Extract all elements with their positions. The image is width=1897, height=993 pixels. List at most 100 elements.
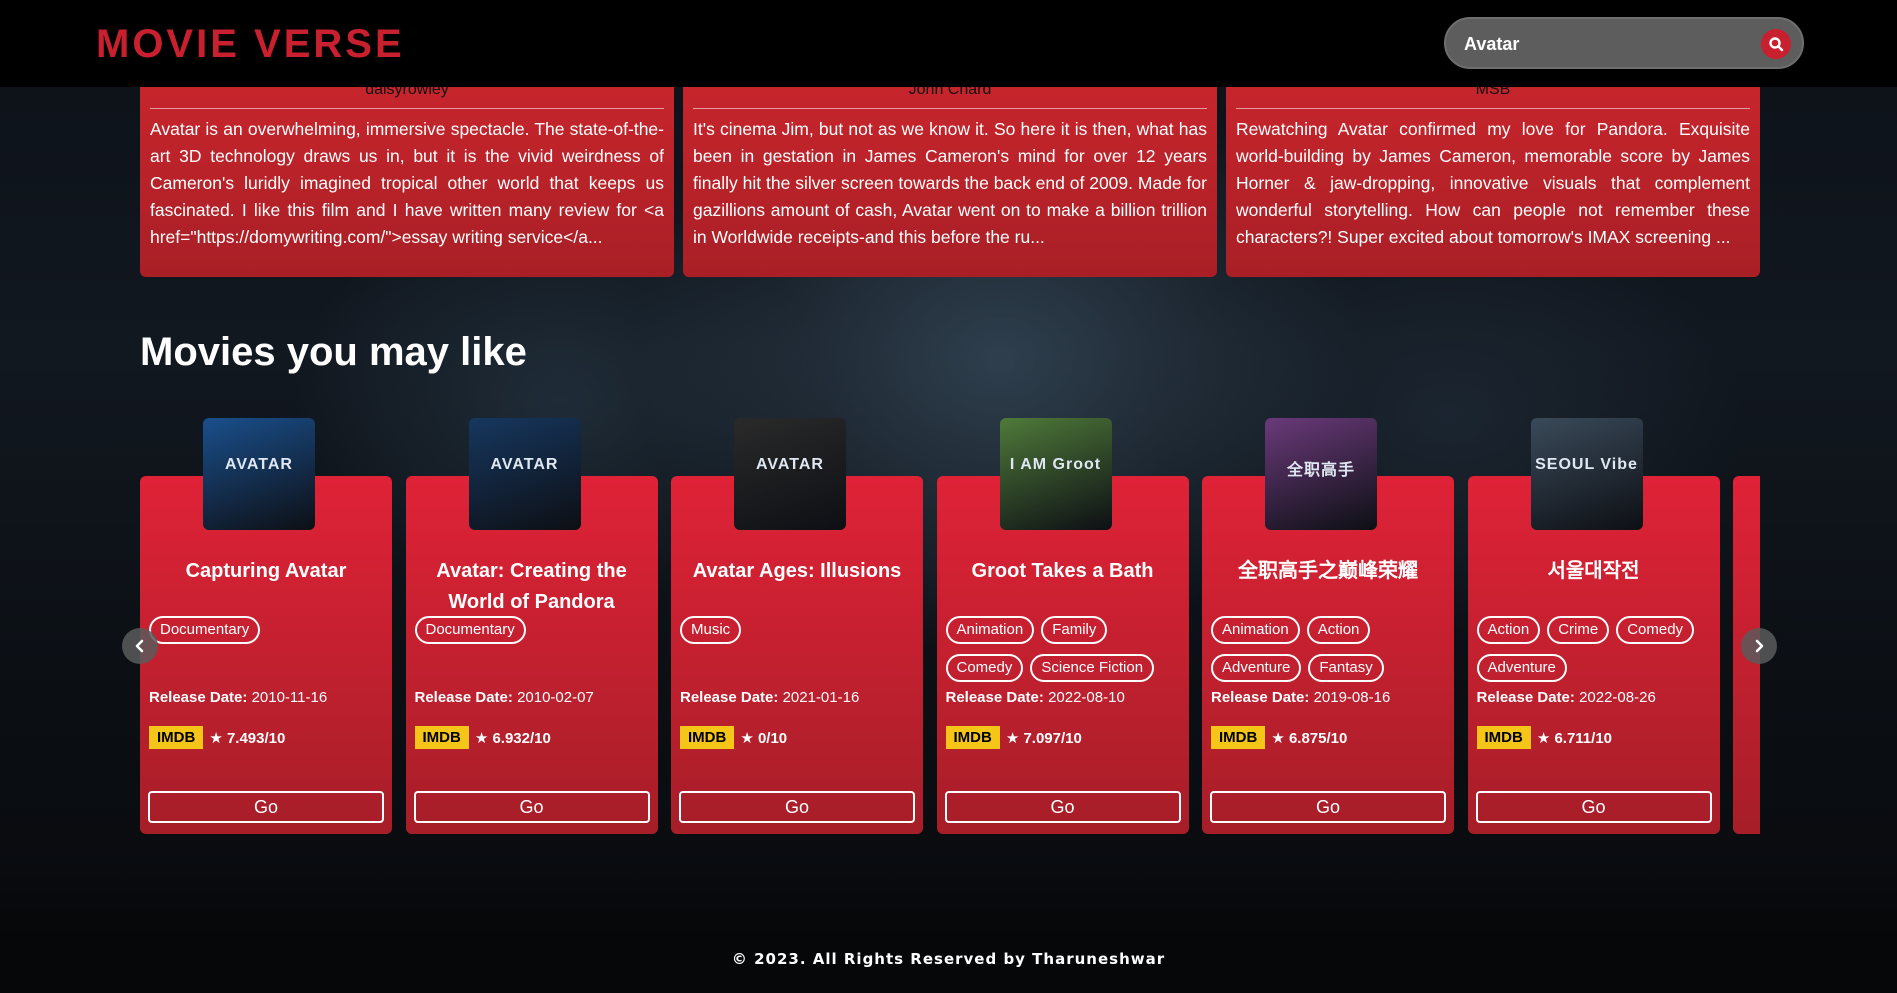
imdb-badge: IMDB bbox=[414, 726, 469, 749]
movie-title: Groot Takes a Bath bbox=[971, 560, 1154, 582]
release-value: 2022-08-10 bbox=[1048, 689, 1125, 706]
genre-tag: Adventure bbox=[1476, 654, 1567, 682]
review-text: Avatar is an overwhelming, immersive spe… bbox=[150, 119, 664, 247]
search-icon bbox=[1769, 37, 1784, 52]
search-bar bbox=[1444, 17, 1804, 69]
movie-poster[interactable]: SEOUL Vibe bbox=[1530, 418, 1643, 530]
release-value: 2019-08-16 bbox=[1313, 689, 1391, 706]
release-label: Release Date: bbox=[1211, 689, 1310, 706]
movie-title: Capturing Avatar bbox=[185, 560, 347, 582]
genre-tag: Fantasy bbox=[1308, 654, 1384, 682]
movie-poster[interactable]: AVATAR bbox=[468, 418, 581, 530]
movie-poster[interactable]: I AM Groot bbox=[999, 418, 1112, 530]
poster-caption: AVATAR bbox=[490, 456, 559, 473]
release-label: Release Date: bbox=[945, 689, 1044, 706]
rating-value: ★ 6.932/10 bbox=[474, 729, 551, 747]
release-date: Release Date: 2021-01-16 bbox=[680, 689, 859, 706]
release-label: Release Date: bbox=[680, 689, 779, 706]
release-label: Release Date: bbox=[414, 689, 513, 706]
movie-poster[interactable]: 全职高手 bbox=[1265, 418, 1377, 530]
imdb-badge: IMDB bbox=[680, 726, 735, 749]
footer-copyright: © 2023. All Rights Reserved by Tharunesh… bbox=[731, 950, 1166, 968]
movie-title: 서울대작전 bbox=[1547, 560, 1640, 582]
imdb-badge: IMDB bbox=[945, 726, 1000, 749]
site-logo[interactable]: MOVIE VERSE bbox=[96, 22, 405, 67]
movie-poster[interactable]: AVATAR bbox=[203, 418, 315, 530]
genre-tag: Comedy bbox=[945, 654, 1024, 682]
genre-list: Documentary bbox=[149, 616, 388, 644]
backdrop-fade bbox=[0, 860, 1897, 993]
movie-card: AVATAR Avatar: Creating the World of Pand… bbox=[405, 418, 658, 834]
rating: IMDB ★ 7.097/10 bbox=[945, 726, 1082, 749]
imdb-badge: IMDB bbox=[1211, 726, 1266, 749]
search-button[interactable] bbox=[1761, 29, 1791, 59]
rating: IMDB ★ 0/10 bbox=[680, 726, 787, 749]
genre-list: Animation Action Adventure Fantasy bbox=[1211, 616, 1450, 682]
poster-caption: AVATAR bbox=[225, 456, 293, 473]
rating-value: ★ 6.875/10 bbox=[1271, 729, 1348, 747]
genre-tag: Science Fiction bbox=[1030, 654, 1155, 682]
release-value: 2010-02-07 bbox=[517, 689, 594, 706]
divider bbox=[1236, 108, 1750, 109]
search-input[interactable] bbox=[1464, 31, 1744, 57]
review-card: MSB Rewatching Avatar confirmed my love … bbox=[1226, 80, 1760, 277]
imdb-badge: IMDB bbox=[1476, 726, 1531, 749]
genre-tag: Documentary bbox=[149, 616, 261, 644]
go-button[interactable]: Go bbox=[679, 791, 915, 823]
rating-value: ★ 7.097/10 bbox=[1005, 729, 1082, 747]
movie-card: AVATAR Avatar Ages: Illusions Music Release… bbox=[671, 418, 923, 834]
go-button[interactable]: Go bbox=[1210, 791, 1446, 823]
movie-card: I AM Groot Groot Takes a Bath Animation Fam… bbox=[936, 418, 1189, 834]
movie-title: 全职高手之巅峰荣耀 bbox=[1238, 560, 1418, 582]
review-text: It's cinema Jim, but not as we know it. … bbox=[693, 119, 1207, 247]
genre-tag: Animation bbox=[945, 616, 1035, 644]
go-button[interactable]: Go bbox=[413, 791, 650, 823]
rating-value: ★ 6.711/10 bbox=[1536, 729, 1613, 747]
review-card: daisyrowley Avatar is an overwhelming, i… bbox=[140, 80, 674, 277]
go-button[interactable]: Go bbox=[944, 791, 1181, 823]
genre-list: Action Crime Comedy Adventure bbox=[1476, 616, 1716, 682]
top-navbar: MOVIE VERSE bbox=[0, 0, 1897, 87]
genre-list: Animation Family Comedy Science Fiction bbox=[945, 616, 1185, 682]
release-value: 2021-01-16 bbox=[782, 689, 860, 706]
imdb-badge: IMDB bbox=[149, 726, 204, 749]
genre-tag: Music bbox=[680, 616, 742, 644]
genre-tag: Action bbox=[1306, 616, 1371, 644]
genre-tag: Animation bbox=[1211, 616, 1300, 644]
movie-poster[interactable]: AVATAR bbox=[734, 418, 846, 530]
movie-carousel: AVATAR Capturing Avatar Documentary Release… bbox=[140, 418, 1760, 838]
carousel-prev-button[interactable] bbox=[122, 628, 158, 664]
genre-tag: Family bbox=[1041, 616, 1108, 644]
carousel-next-button[interactable] bbox=[1741, 628, 1777, 664]
poster-caption: I AM Groot bbox=[1009, 456, 1102, 473]
release-date: Release Date: 2019-08-16 bbox=[1211, 689, 1390, 706]
rating: IMDB ★ 6.932/10 bbox=[414, 726, 551, 749]
release-label: Release Date: bbox=[149, 689, 248, 706]
release-value: 2022-08-26 bbox=[1579, 689, 1656, 706]
go-button[interactable]: Go bbox=[1475, 791, 1712, 823]
review-card: John Chard It's cinema Jim, but not as w… bbox=[683, 80, 1217, 277]
release-date: Release Date: 2022-08-10 bbox=[946, 689, 1125, 706]
genre-tag: Comedy bbox=[1616, 616, 1695, 644]
movie-card: 全职高手全职高手之巅峰荣耀 Animation Action Adventure Fan… bbox=[1202, 418, 1454, 834]
rating: IMDB ★ 6.875/10 bbox=[1211, 726, 1347, 749]
release-label: Release Date: bbox=[1476, 689, 1575, 706]
genre-tag: Documentary bbox=[414, 616, 526, 644]
release-value: 2010-11-16 bbox=[251, 689, 328, 706]
movie-card: SEOUL Vibe 서울대작전 Action Crime Comedy Adventur… bbox=[1467, 418, 1720, 834]
movie-card: AVATAR Capturing Avatar Documentary Release… bbox=[140, 418, 392, 834]
section-title: Movies you may like bbox=[140, 330, 527, 374]
movie-title: Avatar Ages: Illusions bbox=[692, 560, 902, 582]
release-date: Release Date: 2010-02-07 bbox=[415, 689, 594, 706]
genre-list: Documentary bbox=[414, 616, 654, 644]
rating: IMDB ★ 7.493/10 bbox=[149, 726, 285, 749]
rating-value: ★ 7.493/10 bbox=[209, 729, 286, 747]
genre-tag: Action bbox=[1476, 616, 1541, 644]
chevron-right-icon bbox=[1755, 639, 1764, 653]
review-text: Rewatching Avatar confirmed my love for … bbox=[1236, 119, 1750, 247]
movie-title: Avatar: Creating the World of Pandora bbox=[436, 560, 627, 613]
rating: IMDB ★ 6.711/10 bbox=[1476, 726, 1613, 749]
go-button[interactable]: Go bbox=[148, 791, 384, 823]
rating-value: ★ 0/10 bbox=[740, 729, 788, 747]
genre-tag: Adventure bbox=[1211, 654, 1302, 682]
